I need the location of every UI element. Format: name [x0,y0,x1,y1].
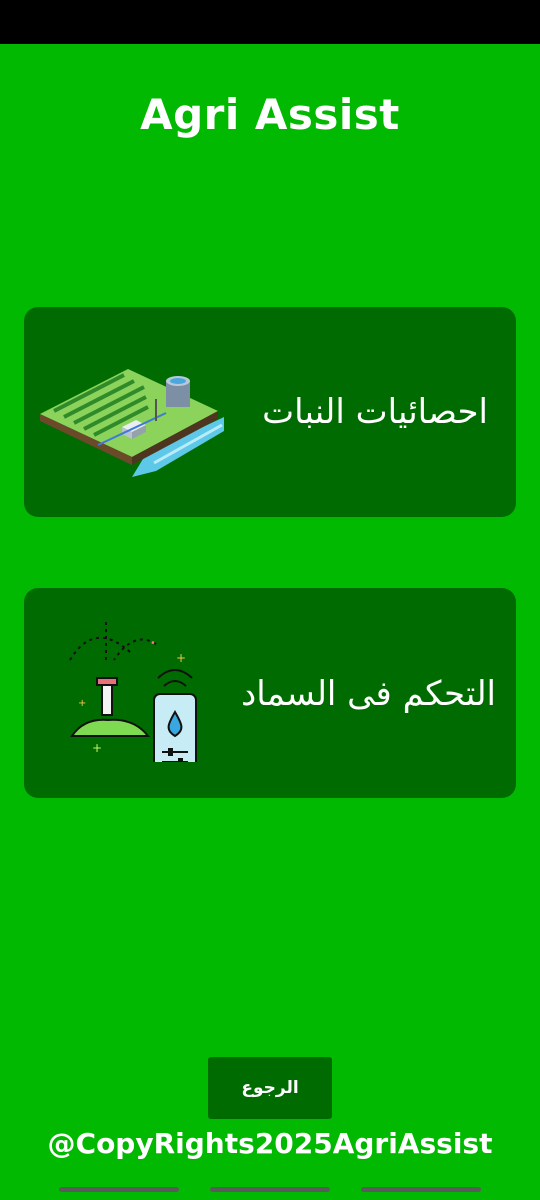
fertilizer-control-label: التحكم فى السماد [241,674,496,714]
back-button[interactable]: الرجوع [208,1057,332,1119]
copyright-text: @CopyRights2025AgriAssist [47,1127,493,1160]
svg-text:+: + [78,698,86,709]
farm-field-icon [40,369,224,477]
status-bar [0,0,540,44]
svg-text:+: + [176,651,186,665]
plant-statistics-label: احصائيات النبات [262,392,488,432]
smart-irrigation-icon: + • + + • [69,622,197,762]
nav-handle-left[interactable] [59,1187,179,1192]
system-nav-bar [0,1176,540,1200]
svg-text:+: + [92,741,102,755]
nav-handle-center[interactable] [210,1187,330,1192]
plant-statistics-card[interactable]: احصائيات النبات [24,307,516,517]
svg-text:•: • [150,638,156,649]
fertilizer-control-card[interactable]: + • + + • التحكم فى السماد [24,588,516,798]
nav-handle-right[interactable] [361,1187,481,1192]
app-title: Agri Assist [140,90,400,139]
